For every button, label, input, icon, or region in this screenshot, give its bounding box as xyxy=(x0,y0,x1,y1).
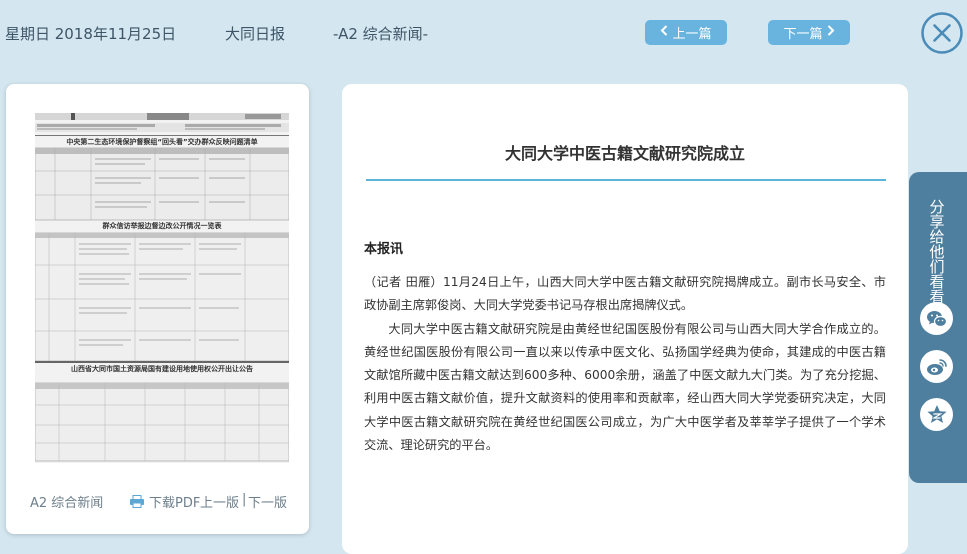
article-byline: 本报讯 xyxy=(364,242,404,257)
newspaper-page-thumbnail[interactable]: 中央第二生态环境保护督察组“回头看”交办群众反映问题清单 群众信访举报边督边改公… xyxy=(35,113,289,463)
share-panel: 分享给他们看看 xyxy=(909,172,967,483)
page-link-separator: | xyxy=(242,492,247,507)
chevron-left-icon xyxy=(660,25,668,40)
share-wechat-button[interactable] xyxy=(920,302,953,335)
download-pdf-link[interactable]: 下载PDF xyxy=(129,492,200,511)
article-card: 大同大学中医古籍文献研究院成立 本报讯 （记者 田雁）11月24日上午，山西大同… xyxy=(342,84,908,554)
page-panel: 中央第二生态环境保护督察组“回头看”交办群众反映问题清单 群众信访举报边督边改公… xyxy=(6,84,309,534)
close-button[interactable] xyxy=(921,12,963,54)
article-title: 大同大学中医古籍文献研究院成立 xyxy=(504,144,745,163)
next-article-label: 下一篇 xyxy=(783,27,823,42)
next-article-button[interactable]: 下一篇 xyxy=(768,20,850,45)
previous-article-button[interactable]: 上一篇 xyxy=(645,20,727,45)
title-divider xyxy=(366,179,886,181)
share-weibo-button[interactable] xyxy=(920,350,953,383)
next-page-link[interactable]: 下一版 xyxy=(248,492,287,511)
share-qzone-button[interactable] xyxy=(920,398,953,431)
printer-icon xyxy=(130,495,144,508)
chevron-right-icon xyxy=(827,25,835,40)
article-paragraph: （记者 田雁）11月24日上午，山西大同大学中医古籍文献研究院揭牌成立。副市长马… xyxy=(364,275,886,313)
section-name: -A2 综合新闻- xyxy=(333,25,429,43)
close-icon xyxy=(921,12,963,54)
page-panel-footer: A2 综合新闻 下载PDF 上一版 | 下一版 xyxy=(6,492,309,512)
qzone-icon xyxy=(926,405,947,423)
previous-article-label: 上一篇 xyxy=(672,27,712,42)
article-paragraph: 大同大学中医古籍文献研究院是由黄经世纪国医股份有限公司与山西大同大学合作成立的。… xyxy=(364,321,886,453)
download-pdf-label: 下载PDF xyxy=(149,496,201,511)
article-body: （记者 田雁）11月24日上午，山西大同大学中医古籍文献研究院揭牌成立。副市长马… xyxy=(364,271,886,457)
header-bar: 星期日 2018年11月25日 大同日报 -A2 综合新闻- 上一篇 下一篇 xyxy=(0,0,967,66)
weibo-icon xyxy=(926,358,947,375)
issue-date: 星期日 2018年11月25日 xyxy=(5,25,177,43)
share-label: 分享给他们看看 xyxy=(929,198,945,306)
page-section-label: A2 综合新闻 xyxy=(30,496,104,511)
newspaper-name: 大同日报 xyxy=(225,25,286,43)
previous-page-link[interactable]: 上一版 xyxy=(200,492,239,511)
wechat-icon xyxy=(926,310,947,327)
